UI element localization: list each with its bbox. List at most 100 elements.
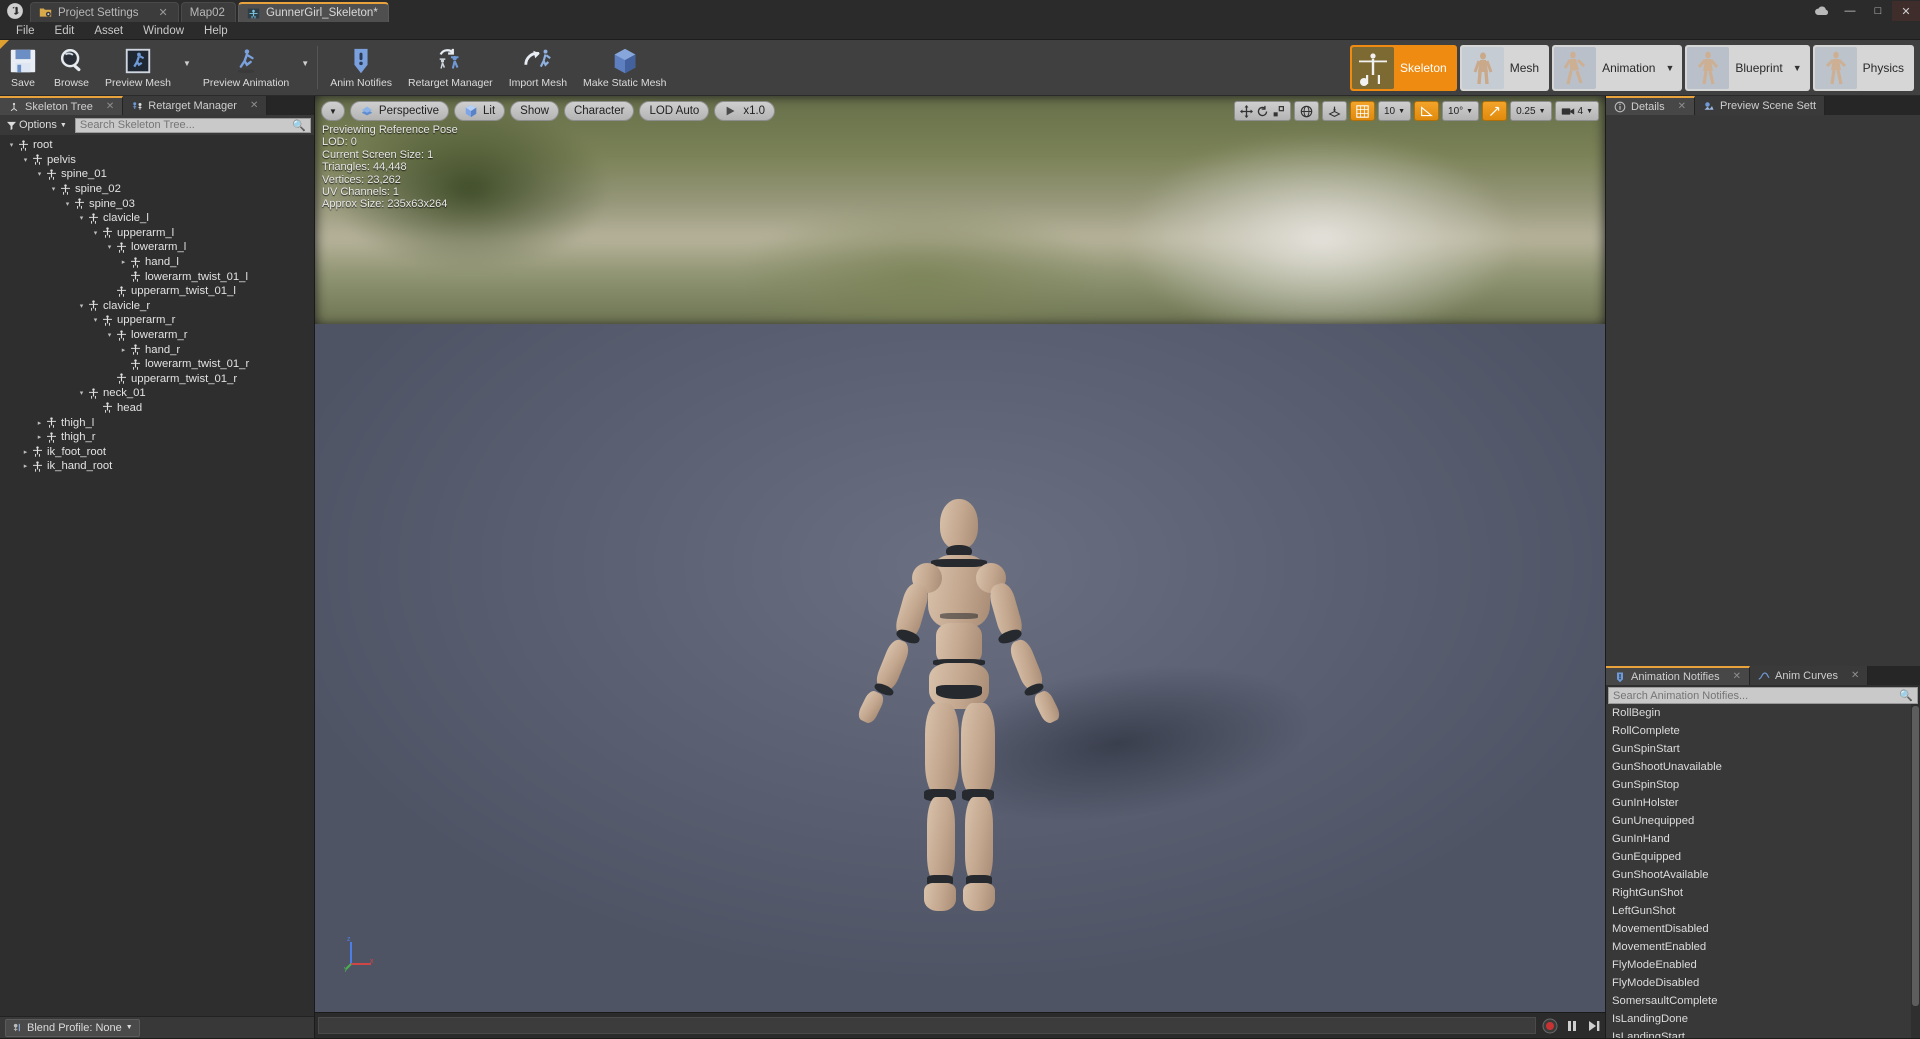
mode-skeleton[interactable]: Skeleton — [1350, 44, 1457, 91]
search-animation-notifies-field[interactable]: 🔍 — [1608, 687, 1918, 704]
scale-snap-toggle[interactable] — [1482, 101, 1508, 121]
expand-arrow-icon[interactable]: ▾ — [76, 302, 87, 310]
chevron-down-icon[interactable]: ▼ — [297, 59, 313, 68]
expand-arrow-icon[interactable]: ▾ — [76, 389, 87, 397]
skeleton-tree-row[interactable]: ▾ pelvis — [0, 153, 314, 168]
notify-list-item[interactable]: RightGunShot — [1606, 884, 1920, 902]
camera-speed-button[interactable]: 4 ▼ — [1554, 101, 1599, 121]
tab-anim-curves[interactable]: Anim Curves ✕ — [1750, 666, 1869, 685]
grid-snap-toggle[interactable] — [1349, 101, 1375, 121]
chevron-down-icon[interactable]: ▼ — [1665, 63, 1682, 73]
close-icon[interactable]: ✕ — [1851, 670, 1859, 681]
expand-arrow-icon[interactable]: ▾ — [6, 141, 17, 149]
search-input[interactable] — [79, 119, 293, 131]
rotation-snap-value[interactable]: 10° ▼ — [1442, 101, 1480, 121]
notify-list-item[interactable]: FlyModeEnabled — [1606, 956, 1920, 974]
menu-item-file[interactable]: File — [6, 25, 45, 37]
skeleton-tree-row[interactable]: upperarm_twist_01_r — [0, 372, 314, 387]
viewport[interactable]: ▼ Perspective Lit Show Character LOD Aut… — [315, 96, 1605, 1012]
import-mesh-button[interactable]: Import Mesh — [501, 40, 575, 95]
tab-map02[interactable]: Map02 — [180, 2, 236, 22]
close-icon[interactable]: ✕ — [106, 101, 114, 112]
skeleton-tree-row[interactable]: ▸ thigh_l — [0, 415, 314, 430]
lod-menu-button[interactable]: LOD Auto — [639, 101, 710, 121]
skeleton-tree-row[interactable]: head — [0, 401, 314, 416]
cloud-icon[interactable] — [1808, 1, 1836, 21]
close-icon[interactable]: ✕ — [159, 6, 168, 19]
tab-animation-notifies[interactable]: Animation Notifies ✕ — [1606, 666, 1751, 685]
playback-speed-button[interactable]: x1.0 — [714, 101, 776, 121]
step-forward-button[interactable] — [1583, 1015, 1605, 1037]
skeleton-tree-row[interactable]: lowerarm_twist_01_r — [0, 357, 314, 372]
notify-list-item[interactable]: IsLandingStart — [1606, 1028, 1920, 1038]
menu-item-edit[interactable]: Edit — [45, 25, 85, 37]
character-menu-button[interactable]: Character — [563, 101, 635, 121]
tab-project-settings[interactable]: Project Settings ✕ — [30, 2, 179, 22]
notify-list-item[interactable]: GunShootUnavailable — [1606, 758, 1920, 776]
skeleton-tree-row[interactable]: ▾ root — [0, 138, 314, 153]
surface-snap-button[interactable] — [1321, 101, 1347, 121]
skeleton-tree-row[interactable]: ▸ ik_hand_root — [0, 459, 314, 474]
skeleton-tree-row[interactable]: ▾ spine_02 — [0, 182, 314, 197]
skeleton-tree-row[interactable]: ▸ hand_l — [0, 255, 314, 270]
notify-list-item[interactable]: GunSpinStart — [1606, 740, 1920, 758]
skeleton-tree-row[interactable]: lowerarm_twist_01_l — [0, 269, 314, 284]
expand-arrow-icon[interactable]: ▾ — [104, 243, 115, 251]
mode-physics[interactable]: Physics — [1812, 44, 1914, 91]
viewport-options-menu-button[interactable]: ▼ — [321, 101, 345, 121]
coordinate-system-button[interactable] — [1293, 101, 1319, 121]
skeleton-tree-row[interactable]: ▾ clavicle_r — [0, 299, 314, 314]
tab-gunnergirl-skeleton[interactable]: GunnerGirl_Skeleton* — [237, 2, 389, 22]
maximize-button[interactable]: □ — [1864, 1, 1892, 21]
tab-preview-scene-settings[interactable]: Preview Scene Sett — [1695, 96, 1826, 115]
expand-arrow-icon[interactable]: ▾ — [90, 229, 101, 237]
make-static-mesh-button[interactable]: Make Static Mesh — [575, 40, 674, 95]
close-icon[interactable]: ✕ — [1678, 101, 1686, 112]
notify-list-item[interactable]: GunUnequipped — [1606, 812, 1920, 830]
skeleton-tree-row[interactable]: ▸ hand_r — [0, 342, 314, 357]
expand-arrow-icon[interactable] — [104, 375, 115, 382]
expand-arrow-icon[interactable]: ▸ — [118, 258, 129, 266]
show-menu-button[interactable]: Show — [510, 101, 559, 121]
notify-list-item[interactable]: GunInHolster — [1606, 794, 1920, 812]
anim-notifies-button[interactable]: Anim Notifies — [322, 40, 400, 95]
notify-list-item[interactable]: RollComplete — [1606, 722, 1920, 740]
animation-notifies-list[interactable]: RollBegin RollComplete GunSpinStart GunShoo… — [1606, 704, 1920, 1038]
expand-arrow-icon[interactable] — [104, 288, 115, 295]
minimize-button[interactable]: — — [1836, 1, 1864, 21]
skeleton-tree-row[interactable]: ▾ clavicle_l — [0, 211, 314, 226]
expand-arrow-icon[interactable] — [118, 361, 129, 368]
transform-tools-group[interactable] — [1233, 101, 1291, 121]
notify-list-item[interactable]: MovementEnabled — [1606, 938, 1920, 956]
expand-arrow-icon[interactable]: ▾ — [62, 200, 73, 208]
notify-list-item[interactable]: RollBegin — [1606, 704, 1920, 722]
notify-list-item[interactable]: SomersaultComplete — [1606, 992, 1920, 1010]
close-button[interactable]: ✕ — [1892, 1, 1920, 21]
tab-retarget-manager[interactable]: Retarget Manager ✕ — [123, 96, 268, 115]
notify-list-item[interactable]: IsLandingDone — [1606, 1010, 1920, 1028]
pause-button[interactable] — [1561, 1015, 1583, 1037]
preview-mesh-button[interactable]: Preview Mesh — [97, 44, 179, 92]
search-skeleton-tree-field[interactable]: 🔍 — [74, 117, 311, 133]
scale-snap-value[interactable]: 0.25 ▼ — [1510, 101, 1552, 121]
retarget-manager-button[interactable]: Retarget Manager — [400, 40, 501, 95]
notify-list-item[interactable]: FlyModeDisabled — [1606, 974, 1920, 992]
details-content[interactable] — [1606, 115, 1920, 666]
tab-details[interactable]: Details ✕ — [1606, 96, 1696, 115]
skeleton-tree-row[interactable]: ▸ ik_foot_root — [0, 444, 314, 459]
skeleton-tree-row[interactable]: ▾ neck_01 — [0, 386, 314, 401]
notify-list-item[interactable]: GunEquipped — [1606, 848, 1920, 866]
expand-arrow-icon[interactable] — [118, 273, 129, 280]
scrollbar-thumb[interactable] — [1912, 706, 1919, 1006]
skeleton-tree-row[interactable]: ▸ thigh_r — [0, 430, 314, 445]
expand-arrow-icon[interactable]: ▸ — [34, 433, 45, 441]
menu-item-asset[interactable]: Asset — [84, 25, 133, 37]
expand-arrow-icon[interactable]: ▸ — [20, 448, 31, 456]
grid-snap-value[interactable]: 10 ▼ — [1377, 101, 1412, 121]
skeleton-tree-row[interactable]: ▾ spine_03 — [0, 196, 314, 211]
blend-profile-button[interactable]: Blend Profile: None ▼ — [5, 1018, 140, 1037]
skeleton-tree-row[interactable]: ▾ upperarm_l — [0, 226, 314, 241]
notify-search-input[interactable] — [1613, 689, 1900, 702]
skeleton-tree-row[interactable]: ▾ lowerarm_l — [0, 240, 314, 255]
expand-arrow-icon[interactable] — [90, 404, 101, 411]
